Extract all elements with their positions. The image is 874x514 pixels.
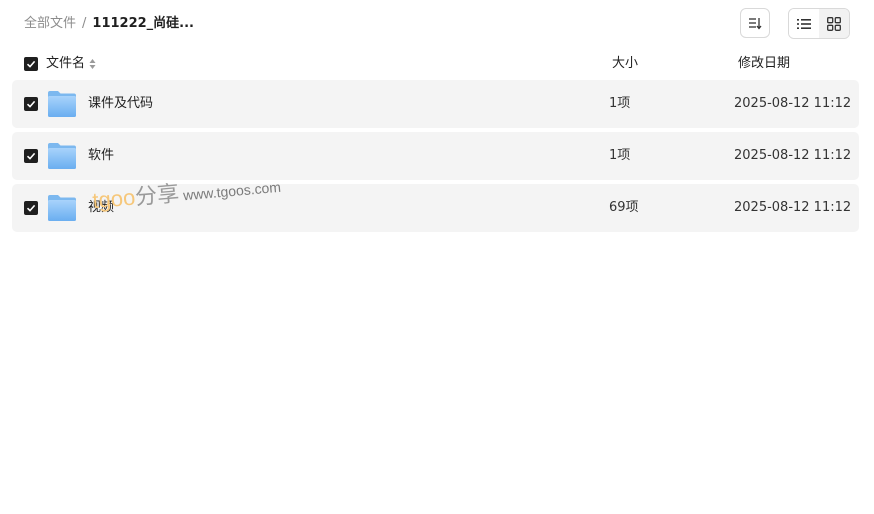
table-row[interactable]: 视频 69项 2025-08-12 11:12 — [12, 184, 859, 232]
file-size: 69项 — [609, 200, 639, 215]
grid-view-button[interactable] — [819, 9, 849, 38]
file-name[interactable]: 视频 — [88, 199, 114, 217]
table-row[interactable]: 课件及代码 1项 2025-08-12 11:12 — [12, 80, 859, 128]
column-header-name[interactable]: 文件名 — [46, 52, 85, 76]
sort-button[interactable] — [740, 8, 770, 38]
file-name[interactable]: 课件及代码 — [88, 95, 153, 113]
sort-caret-icon[interactable] — [89, 58, 96, 70]
breadcrumb-root[interactable]: 全部文件 — [24, 16, 76, 31]
column-header-date[interactable]: 修改日期 — [738, 52, 790, 76]
list-view-icon — [797, 18, 811, 29]
table-row[interactable]: 软件 1项 2025-08-12 11:12 — [12, 132, 859, 180]
file-size: 1项 — [609, 96, 631, 111]
folder-icon — [48, 143, 76, 169]
folder-icon — [48, 91, 76, 117]
breadcrumb: 全部文件 / 111222_尚硅... — [24, 15, 194, 33]
view-toggle — [788, 8, 850, 39]
sort-icon — [749, 18, 762, 30]
check-icon — [26, 100, 36, 108]
row-checkbox[interactable] — [24, 201, 38, 215]
breadcrumb-current[interactable]: 111222_尚硅... — [92, 16, 194, 31]
top-bar: 全部文件 / 111222_尚硅... — [0, 0, 874, 48]
folder-icon — [48, 195, 76, 221]
column-header-size[interactable]: 大小 — [612, 52, 638, 76]
breadcrumb-separator: / — [82, 16, 87, 31]
table-header: 文件名 大小 修改日期 — [12, 52, 859, 76]
row-checkbox[interactable] — [24, 97, 38, 111]
check-icon — [26, 152, 36, 160]
file-modified-date: 2025-08-12 11:12 — [734, 148, 852, 163]
file-modified-date: 2025-08-12 11:12 — [734, 200, 852, 215]
select-all-checkbox[interactable] — [24, 57, 38, 71]
check-icon — [26, 204, 36, 212]
file-size: 1项 — [609, 148, 631, 163]
file-modified-date: 2025-08-12 11:12 — [734, 96, 852, 111]
row-checkbox[interactable] — [24, 149, 38, 163]
check-icon — [26, 60, 36, 68]
file-name[interactable]: 软件 — [88, 147, 114, 165]
grid-view-icon — [827, 16, 841, 31]
list-view-button[interactable] — [789, 9, 819, 38]
